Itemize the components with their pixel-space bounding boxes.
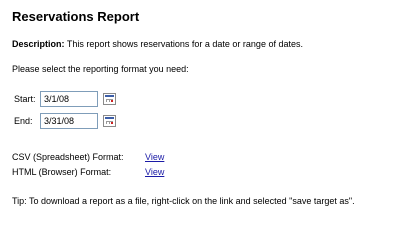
report-description: Description: This report shows reservati… <box>12 39 303 49</box>
csv-format-label: CSV (Spreadsheet) Format: <box>12 152 124 162</box>
download-tip: Tip: To download a report as a file, rig… <box>12 196 355 206</box>
csv-format-row: CSV (Spreadsheet) Format: View <box>12 152 164 162</box>
end-date-input[interactable] <box>40 113 98 129</box>
end-calendar-icon[interactable] <box>103 115 116 127</box>
start-date-label: Start: <box>14 94 36 104</box>
start-date-input[interactable] <box>40 91 98 107</box>
description-label: Description: <box>12 39 65 49</box>
end-date-row: End: <box>14 113 116 129</box>
html-view-link[interactable]: View <box>145 167 164 177</box>
html-format-label: HTML (Browser) Format: <box>12 167 112 177</box>
start-calendar-icon[interactable] <box>103 93 116 105</box>
html-format-row: HTML (Browser) Format: View <box>12 167 164 177</box>
end-date-label: End: <box>14 116 33 126</box>
page-title: Reservations Report <box>12 9 140 24</box>
csv-view-link[interactable]: View <box>145 152 164 162</box>
format-prompt: Please select the reporting format you n… <box>12 64 189 74</box>
start-date-row: Start: <box>14 91 116 107</box>
description-text: This report shows reservations for a dat… <box>64 39 303 49</box>
